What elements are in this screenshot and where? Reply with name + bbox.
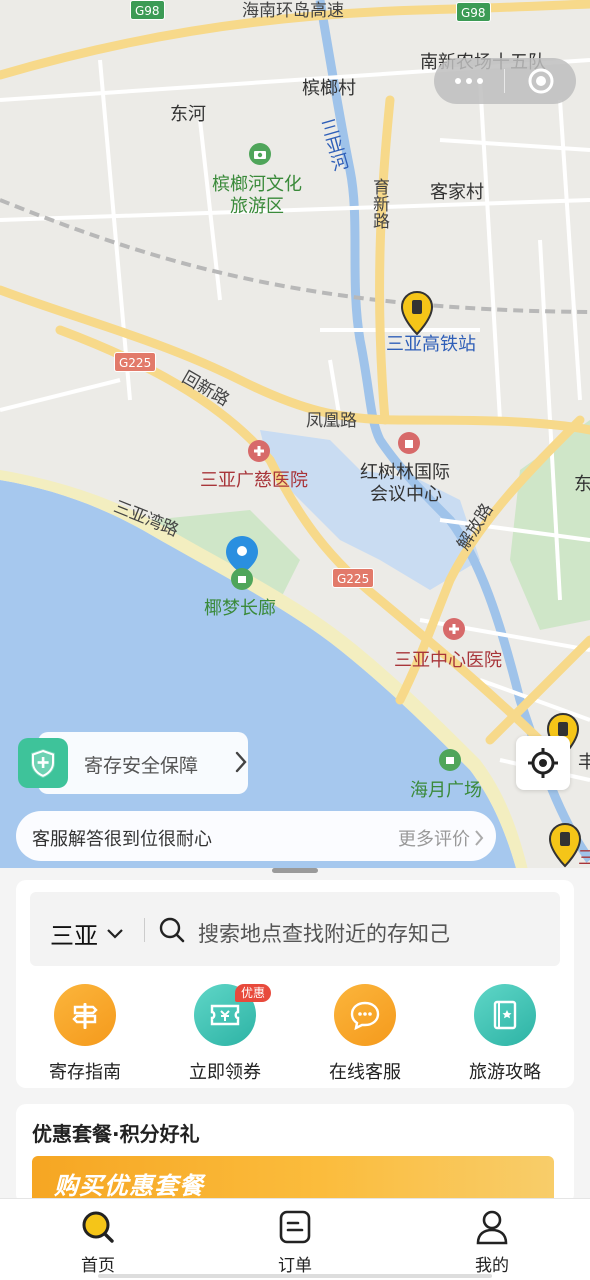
map-view[interactable]: G98 G98 G225 G225 海南环岛高速 南新农场十五队 槟榔村 东河 … [0,0,590,980]
chat-bubble-icon [334,984,396,1046]
map-label-highway: 海南环岛高速 [242,1,344,21]
promo-title: 优惠套餐·积分好礼 [32,1122,200,1146]
highway-shield-g225-2: G225 [332,568,375,588]
chevron-down-icon [107,928,123,939]
map-label-hongshulin: 红树林国际 [360,462,450,483]
safety-guarantee-button[interactable]: 寄存安全保障 [18,732,248,794]
scenic-icon [231,568,253,590]
promo-banner-text: 购买优惠套餐 [54,1172,204,1200]
more-reviews-link[interactable]: 更多评价 [398,825,484,851]
highway-shield-g225: G225 [114,352,157,372]
crosshair-icon [528,748,558,778]
search-home-icon [82,1211,114,1243]
tab-profile[interactable]: 我的 [442,1209,542,1276]
map-label-station: 三亚高铁站 [386,334,476,355]
map-label-center-hospital: 三亚中心医院 [394,650,502,671]
storage-pin-icon-3[interactable] [548,822,582,868]
user-icon [476,1210,508,1245]
promo-banner[interactable]: 购买优惠套餐 [32,1156,554,1204]
map-label-binlang-park-2: 旅游区 [230,196,284,217]
safety-label: 寄存安全保障 [84,755,199,777]
hospital-icon-2 [443,618,465,640]
service-get-coupon[interactable]: 优惠 立即领券 [175,984,275,1084]
search-divider [144,918,145,942]
review-ticker[interactable]: 客服解答很到位很耐心 更多评价 [16,811,496,861]
map-label-kejia: 客家村 [430,182,484,203]
search-bar[interactable]: 三亚 搜索地点查找附近的存知己 [30,892,560,966]
chevron-right-icon [475,830,484,846]
map-label-donghe: 东河 [170,104,206,125]
bottom-sheet: 三亚 搜索地点查找附近的存知己 寄存指南 优惠 立即领券 在线客服 旅游攻略 优… [0,868,590,1204]
search-input[interactable]: 搜索地点查找附近的存知己 [198,918,450,948]
promo-card: 优惠套餐·积分好礼 购买优惠套餐 [16,1104,574,1204]
close-miniprogram-button[interactable] [505,67,576,95]
miniprogram-capsule [434,58,576,104]
discount-badge: 优惠 [235,984,272,1002]
storage-pin-icon[interactable] [400,290,434,336]
map-label-hongshulin-2: 会议中心 [370,484,442,505]
service-label: 寄存指南 [49,1062,121,1083]
highway-shield-g98: G98 [130,0,165,20]
city-selector[interactable]: 三亚 [50,916,124,951]
tab-label: 我的 [475,1256,509,1276]
order-list-icon [279,1210,311,1244]
tab-home[interactable]: 首页 [48,1209,148,1276]
service-storage-guide[interactable]: 寄存指南 [35,984,135,1084]
map-label-yuxin-road: 育新路 [369,178,389,229]
map-label-yemeng: 椰梦长廊 [204,598,276,619]
service-label: 在线客服 [329,1062,401,1083]
shield-plus-icon [18,738,68,788]
map-label-haiyue: 海月广场 [410,780,482,801]
map-label-binlang-village: 槟榔村 [302,78,356,99]
tab-orders[interactable]: 订单 [245,1209,345,1276]
more-menu-button[interactable] [434,78,504,84]
plaza-icon [439,749,461,771]
drag-handle[interactable] [272,868,318,873]
map-label-edge-east: 东 [574,474,590,495]
chevron-right-icon [235,751,247,773]
more-reviews-label: 更多评价 [398,829,470,850]
locate-me-button[interactable] [516,736,570,790]
tab-label: 订单 [278,1256,312,1276]
park-icon [249,143,271,165]
hospital-icon [248,440,270,462]
service-travel-guide[interactable]: 旅游攻略 [455,984,555,1084]
search-card: 三亚 搜索地点查找附近的存知己 寄存指南 优惠 立即领券 在线客服 旅游攻略 [16,880,574,1088]
map-label-guangci: 三亚广慈医院 [200,470,308,491]
service-online-support[interactable]: 在线客服 [315,984,415,1084]
search-icon [159,917,185,943]
building-icon [398,432,420,454]
guidebook-icon [474,984,536,1046]
tab-label: 首页 [81,1256,115,1276]
home-indicator [98,1274,492,1278]
map-label-fenghuang-road: 凤凰路 [306,411,357,431]
map-label-binlang-park: 槟榔河文化 [212,174,302,195]
service-label: 立即领券 [189,1062,261,1083]
service-label: 旅游攻略 [469,1062,541,1083]
target-circle-icon [528,68,553,94]
city-label: 三亚 [50,922,98,950]
review-text: 客服解答很到位很耐心 [32,829,212,850]
highway-shield-g98-right: G98 [456,2,491,22]
signpost-icon [54,984,116,1046]
tab-bar: 首页 订单 我的 [0,1198,590,1280]
